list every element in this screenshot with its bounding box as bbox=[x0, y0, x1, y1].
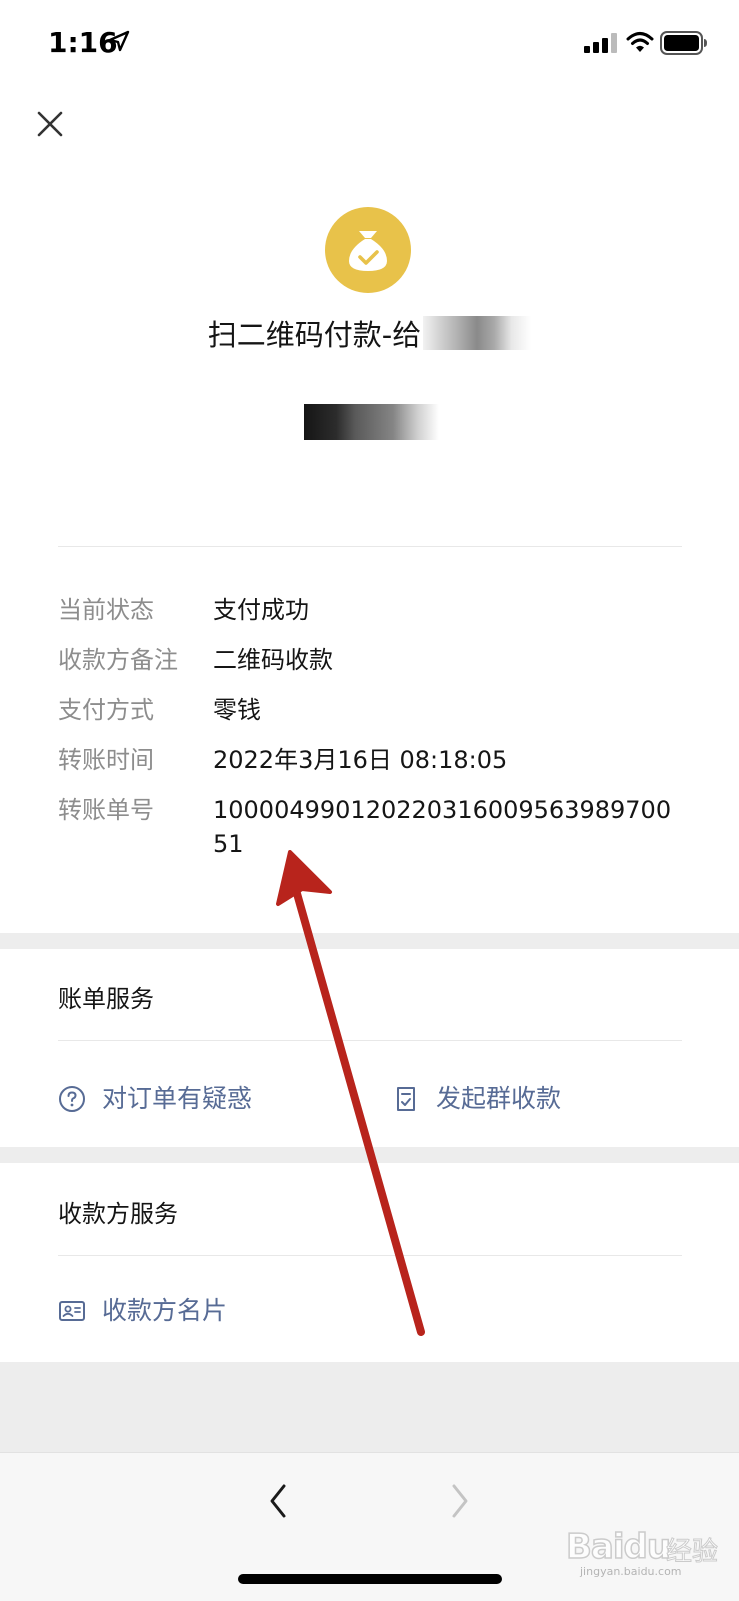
back-button[interactable] bbox=[258, 1476, 298, 1526]
detail-label: 支付方式 bbox=[58, 696, 154, 724]
detail-label: 当前状态 bbox=[58, 596, 154, 624]
section-separator bbox=[0, 1147, 739, 1163]
receipt-check-icon bbox=[397, 1087, 415, 1111]
status-bar: 1:16 bbox=[0, 0, 739, 88]
bill-services-title: 账单服务 bbox=[58, 985, 154, 1013]
close-button[interactable] bbox=[34, 108, 66, 140]
detail-value: 二维码收款 bbox=[213, 646, 333, 674]
detail-value: 2022年3月16日 08:18:05 bbox=[213, 746, 508, 774]
question-circle-icon bbox=[59, 1086, 85, 1112]
watermark-url: jingyan.baidu.com bbox=[580, 1565, 682, 1578]
transfer-number-value: 100004990120220316009563989700 51 bbox=[213, 796, 672, 858]
page-bottom-area bbox=[0, 1362, 739, 1452]
wifi-icon bbox=[626, 32, 654, 52]
chevron-left-icon bbox=[270, 1484, 286, 1518]
home-indicator bbox=[238, 1574, 502, 1584]
payee-card-link[interactable]: 收款方名片 bbox=[58, 1291, 278, 1331]
amount-redacted bbox=[304, 404, 439, 440]
money-bag-check-icon bbox=[325, 207, 411, 293]
location-arrow-icon bbox=[108, 30, 130, 52]
cellular-signal-icon bbox=[584, 33, 617, 53]
watermark-cn: 经验 bbox=[665, 1537, 719, 1568]
transaction-title-row: 扫二维码付款-给 bbox=[0, 312, 739, 356]
detail-label: 收款方备注 bbox=[58, 646, 178, 674]
detail-label: 转账时间 bbox=[58, 746, 154, 774]
watermark-logo: Baidu bbox=[565, 1526, 672, 1568]
chevron-right-icon bbox=[452, 1484, 468, 1518]
group-collect-link[interactable]: 发起群收款 bbox=[392, 1079, 592, 1119]
question-order-label: 对订单有疑惑 bbox=[102, 1084, 253, 1113]
payee-name-redacted bbox=[423, 316, 532, 350]
payee-services-title: 收款方服务 bbox=[58, 1200, 178, 1228]
section-separator bbox=[0, 933, 739, 949]
transaction-title: 扫二维码付款-给 bbox=[207, 318, 422, 352]
divider bbox=[58, 1040, 682, 1041]
payee-card-label: 收款方名片 bbox=[102, 1296, 228, 1325]
baidu-jingyan-watermark: Baidu 经验 jingyan.baidu.com bbox=[565, 1503, 726, 1579]
detail-value: 零钱 bbox=[213, 696, 261, 724]
divider bbox=[58, 546, 682, 547]
question-order-link[interactable]: 对订单有疑惑 bbox=[58, 1079, 288, 1119]
forward-button[interactable] bbox=[440, 1476, 480, 1526]
detail-value: 支付成功 bbox=[213, 596, 309, 624]
detail-label: 转账单号 bbox=[58, 796, 154, 824]
battery-icon bbox=[660, 31, 707, 55]
divider bbox=[58, 1255, 682, 1256]
close-icon bbox=[37, 111, 63, 137]
group-collect-label: 发起群收款 bbox=[436, 1084, 562, 1113]
id-card-icon bbox=[59, 1301, 85, 1321]
